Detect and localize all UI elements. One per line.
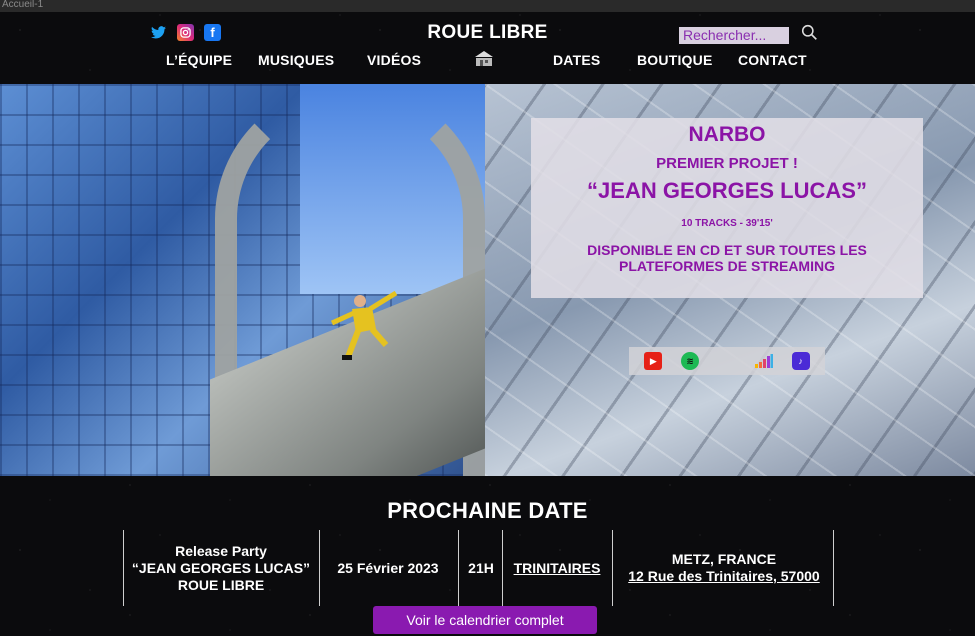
- main-nav: L’ÉQUIPE MUSIQUES VIDÉOS DATES BOUTIQUE …: [0, 50, 975, 72]
- spotify-icon[interactable]: ≋: [681, 352, 700, 370]
- album-promo-panel: NARBO PREMIER PROJET ! “JEAN GEORGES LUC…: [485, 84, 975, 476]
- event-name: Release Party “JEAN GEORGES LUCAS” ROUE …: [131, 530, 311, 606]
- promo-tagline: PREMIER PROJET !: [656, 155, 798, 172]
- amazon-music-icon[interactable]: ♪: [791, 352, 810, 370]
- nav-item-videos[interactable]: VIDÉOS: [367, 52, 421, 68]
- nav-item-dates[interactable]: DATES: [553, 52, 600, 68]
- home-logo-icon[interactable]: [473, 50, 495, 71]
- hero-banner: NARBO PREMIER PROJET ! “JEAN GEORGES LUC…: [0, 84, 975, 476]
- track-info: 10 TRACKS - 39'15': [681, 218, 773, 229]
- nav-item-boutique[interactable]: BOUTIQUE: [637, 52, 713, 68]
- artist-name: NARBO: [688, 123, 766, 146]
- nav-item-equipe[interactable]: L’ÉQUIPE: [166, 52, 232, 68]
- event-venue-link[interactable]: TRINITAIRES: [507, 530, 607, 606]
- streaming-platforms: ▶ ≋ ♪: [629, 347, 825, 375]
- artist-photo: [0, 84, 485, 476]
- apple-icon[interactable]: [718, 352, 736, 370]
- nav-item-contact[interactable]: CONTACT: [738, 52, 807, 68]
- full-calendar-button[interactable]: Voir le calendrier complet: [373, 606, 597, 634]
- browser-tab-title: Accueil-1: [0, 0, 975, 12]
- album-title: “JEAN GEORGES LUCAS”: [587, 178, 867, 203]
- search-input[interactable]: [679, 26, 789, 44]
- availability-text: DISPONIBLE EN CD ET SUR TOUTES LES PLATE…: [587, 242, 867, 274]
- event-location: METZ, FRANCE 12 Rue des Trinitaires, 570…: [617, 530, 831, 606]
- promo-card: NARBO PREMIER PROJET ! “JEAN GEORGES LUC…: [531, 118, 923, 298]
- event-label: ROUE LIBRE: [177, 576, 265, 593]
- search-icon[interactable]: [801, 24, 818, 46]
- event-address-link[interactable]: 12 Rue des Trinitaires, 57000: [628, 568, 819, 585]
- event-type: Release Party: [175, 542, 267, 559]
- next-date-section: PROCHAINE DATE Release Party “JEAN GEORG…: [0, 476, 975, 636]
- event-album: “JEAN GEORGES LUCAS”: [131, 559, 311, 576]
- site-brand[interactable]: ROUE LIBRE: [0, 22, 975, 44]
- event-time: 21H: [468, 559, 494, 576]
- site-header: f ROUE LIBRE L’ÉQUIPE MUSIQUES VIDÉOS DA…: [0, 12, 975, 84]
- deezer-icon[interactable]: [754, 352, 773, 370]
- next-date-heading: PROCHAINE DATE: [387, 498, 588, 523]
- artist-figure: [330, 290, 398, 360]
- nav-item-musiques[interactable]: MUSIQUES: [258, 52, 334, 68]
- event-city: METZ, FRANCE: [671, 551, 777, 567]
- search-bar: [679, 24, 818, 46]
- youtube-icon[interactable]: ▶: [644, 352, 663, 370]
- event-date: 25 Février 2023: [337, 559, 439, 576]
